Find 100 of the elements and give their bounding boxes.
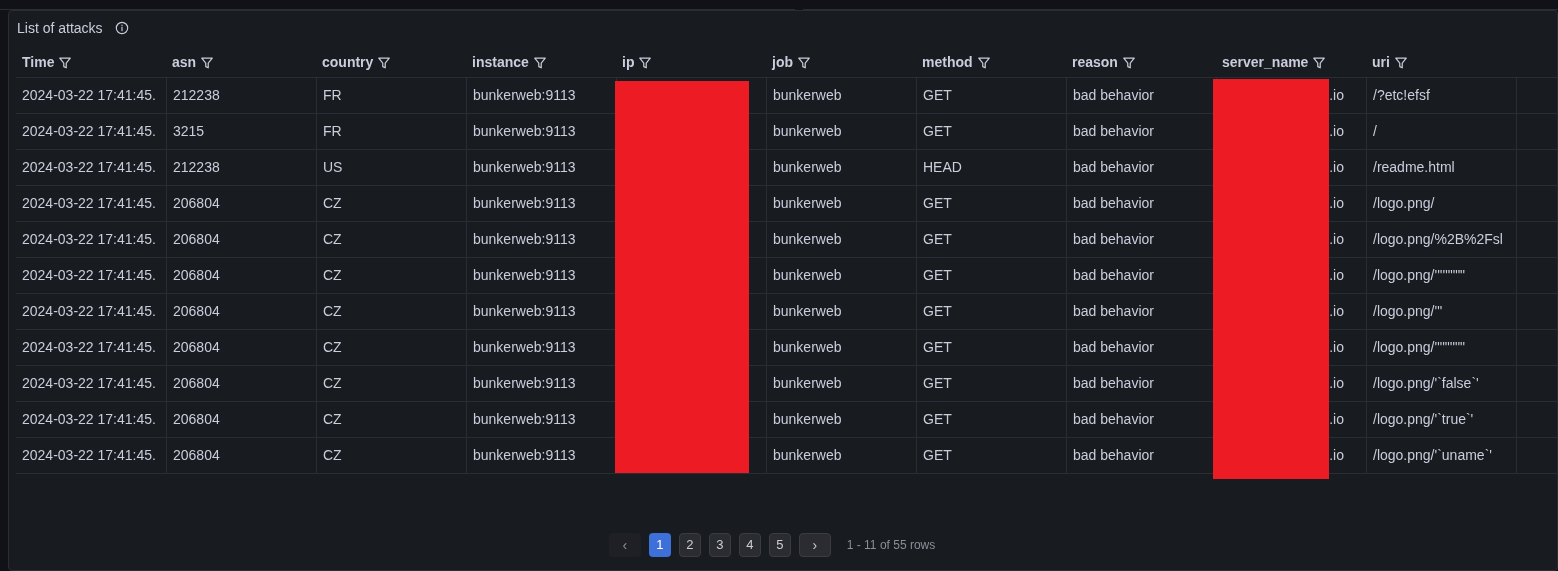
- table-cell-text: 206804: [173, 302, 220, 321]
- table-cell-text: CZ: [323, 266, 342, 285]
- table-cell-text: 212238: [173, 86, 220, 105]
- next-page-button[interactable]: ›: [798, 533, 831, 557]
- table-cell-text: GET: [923, 374, 952, 393]
- info-icon[interactable]: [114, 21, 129, 35]
- table-cell-text: bunkerweb: [773, 446, 842, 465]
- panel-title: List of attacks: [17, 18, 103, 38]
- table-cell-text: /logo.png/'`uname`': [1373, 446, 1492, 465]
- column-header[interactable]: server_name: [1222, 52, 1309, 73]
- rows-summary: 1 - 11 of 55 rows: [846, 537, 936, 554]
- table-cell-text: bunkerweb:9113: [473, 194, 576, 213]
- table-cell-text: 206804: [173, 230, 220, 249]
- table-cell-text: .io: [1329, 374, 1345, 393]
- table-cell-text: 206804: [173, 338, 220, 357]
- table-cell-text: GET: [923, 230, 952, 249]
- page-button[interactable]: 1: [648, 533, 671, 557]
- table-cell-text: 212238: [173, 158, 220, 177]
- column-header[interactable]: job: [772, 52, 793, 73]
- table-cell-text: bunkerweb: [773, 410, 842, 429]
- table-cell-text: bunkerweb: [773, 338, 842, 357]
- table-cell-text: GET: [923, 302, 952, 321]
- filter-icon[interactable]: [532, 55, 547, 70]
- page-button[interactable]: 2: [678, 533, 701, 557]
- filter-icon[interactable]: [58, 55, 73, 70]
- table-cell-text: .io: [1329, 410, 1345, 429]
- table-cell-text: bunkerweb:9113: [473, 158, 576, 177]
- column-header[interactable]: instance: [472, 52, 529, 73]
- table-cell-text: bad behavior: [1073, 86, 1154, 105]
- table-cell-text: 2024-03-22 17:41:45.: [22, 410, 156, 429]
- column-header[interactable]: method: [922, 52, 973, 73]
- column-header[interactable]: uri: [1372, 52, 1390, 73]
- table-cell-text: /readme.html: [1373, 158, 1455, 177]
- table-cell-text: GET: [923, 266, 952, 285]
- column-header[interactable]: ip: [622, 52, 635, 73]
- filter-icon[interactable]: [377, 55, 392, 70]
- column-header[interactable]: asn: [172, 52, 197, 73]
- table-cell-text: FR: [323, 122, 342, 141]
- table-cell-text: bunkerweb:9113: [473, 230, 576, 249]
- table-cell-text: 206804: [173, 446, 220, 465]
- table-cell-text: bunkerweb: [773, 230, 842, 249]
- table-cell-text: bunkerweb:9113: [473, 446, 576, 465]
- table-cell-text: .io: [1329, 446, 1345, 465]
- table-cell-text: bunkerweb:9113: [473, 122, 576, 141]
- table-cell-text: CZ: [323, 410, 342, 429]
- table-cell-text: GET: [923, 194, 952, 213]
- table-cell-text: 2024-03-22 17:41:45.: [22, 302, 156, 321]
- filter-icon[interactable]: [976, 55, 991, 70]
- filter-icon[interactable]: [1393, 55, 1408, 70]
- table-cell-text: 2024-03-22 17:41:45.: [22, 158, 156, 177]
- column-header[interactable]: reason: [1072, 52, 1118, 73]
- table-cell-text: US: [323, 158, 343, 177]
- table-cell-text: bad behavior: [1073, 410, 1154, 429]
- table-cell-text: .io: [1329, 338, 1345, 357]
- table-cell-text: GET: [923, 122, 952, 141]
- table-cell-text: bad behavior: [1073, 338, 1154, 357]
- table-cell-text: CZ: [323, 302, 342, 321]
- table-cell-text: GET: [923, 446, 952, 465]
- table-cell-text: bunkerweb: [773, 374, 842, 393]
- table-cell-text: CZ: [323, 446, 342, 465]
- table-cell-text: bunkerweb: [773, 302, 842, 321]
- table-cell-text: /: [1373, 122, 1377, 141]
- table-cell-text: /logo.png/%2B%2Fsl: [1373, 230, 1503, 249]
- table-cell-text: 206804: [173, 410, 220, 429]
- page-button[interactable]: 5: [768, 533, 791, 557]
- table-cell-text: bad behavior: [1073, 446, 1154, 465]
- table-cell-text: bunkerweb:9113: [473, 374, 576, 393]
- table-cell-text: .io: [1329, 266, 1345, 285]
- table-cell-text: bad behavior: [1073, 122, 1154, 141]
- page-button[interactable]: 4: [738, 533, 761, 557]
- table-cell-text: 2024-03-22 17:41:45.: [22, 266, 156, 285]
- table-cell-text: 2024-03-22 17:41:45.: [22, 122, 156, 141]
- table-cell-text: bad behavior: [1073, 374, 1154, 393]
- table-cell-text: /logo.png/''''"""": [1373, 266, 1466, 285]
- table-cell-text: .io: [1329, 122, 1345, 141]
- table-cell-text: 2024-03-22 17:41:45.: [22, 446, 156, 465]
- table-cell-text: 2024-03-22 17:41:45.: [22, 86, 156, 105]
- page-button[interactable]: 3: [708, 533, 731, 557]
- filter-icon[interactable]: [638, 55, 653, 70]
- column-header[interactable]: Time: [22, 52, 55, 73]
- table-cell-text: /logo.png/'"'"'"'": [1373, 338, 1466, 357]
- filter-icon[interactable]: [797, 55, 811, 70]
- previous-page-button[interactable]: ‹: [608, 533, 641, 557]
- table-cell-text: bunkerweb: [773, 266, 842, 285]
- table-cell-text: .io: [1329, 230, 1345, 249]
- filter-icon[interactable]: [1312, 55, 1327, 70]
- table-cell-text: CZ: [323, 230, 342, 249]
- table-cell-text: bunkerweb: [773, 122, 842, 141]
- table-cell-text: bad behavior: [1073, 194, 1154, 213]
- filter-icon[interactable]: [200, 55, 215, 70]
- table-cell-text: 2024-03-22 17:41:45.: [22, 230, 156, 249]
- table-cell-text: bunkerweb: [773, 86, 842, 105]
- table-cell-text: CZ: [323, 194, 342, 213]
- filter-icon[interactable]: [1121, 55, 1136, 70]
- table-cell-text: bad behavior: [1073, 158, 1154, 177]
- table-cell-text: bunkerweb:9113: [473, 86, 576, 105]
- table-cell-text: bunkerweb:9113: [473, 266, 576, 285]
- table-cell-text: bad behavior: [1073, 302, 1154, 321]
- column-header[interactable]: country: [322, 52, 374, 73]
- table-cell-text: /?etc!efsf: [1373, 86, 1430, 105]
